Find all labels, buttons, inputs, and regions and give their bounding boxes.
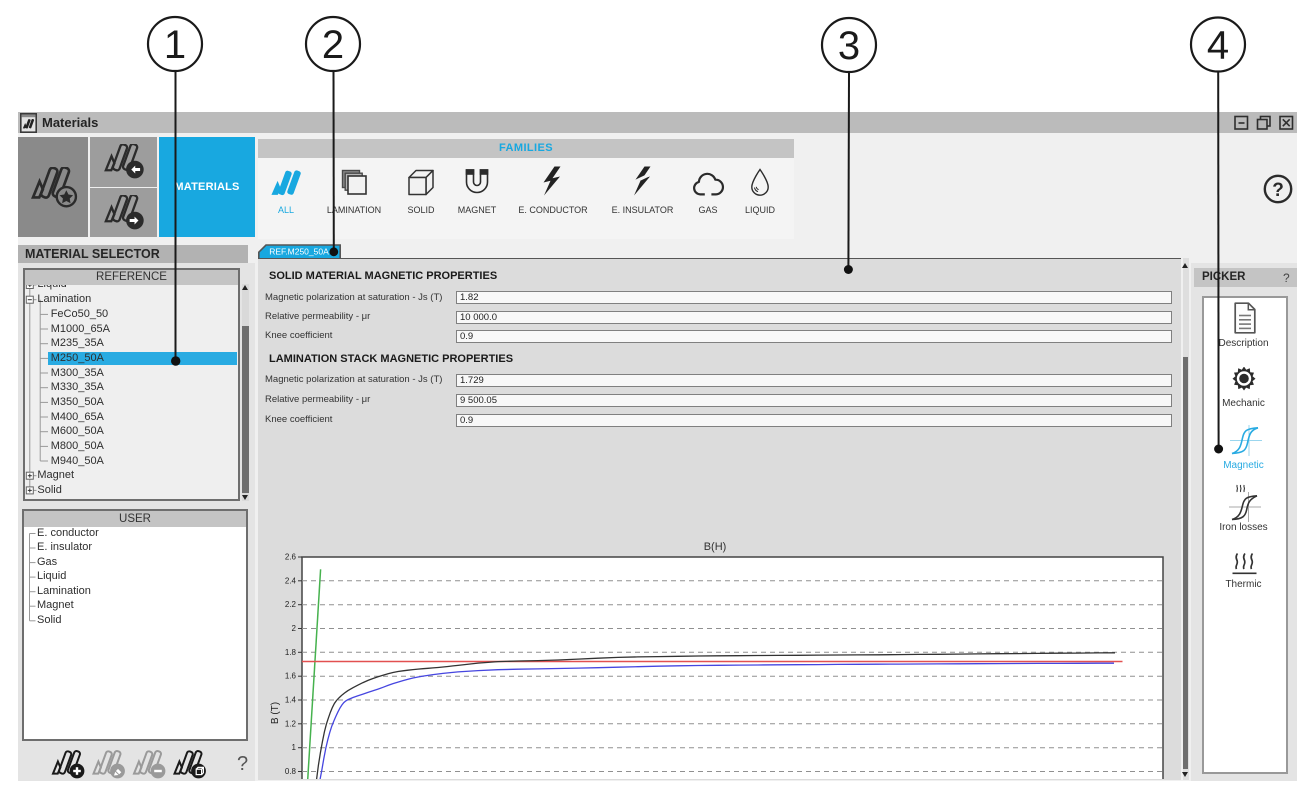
svg-text:1: 1 (164, 23, 186, 67)
svg-text:3: 3 (838, 24, 860, 68)
svg-text:2: 2 (322, 23, 344, 67)
svg-text:4: 4 (1207, 24, 1229, 68)
